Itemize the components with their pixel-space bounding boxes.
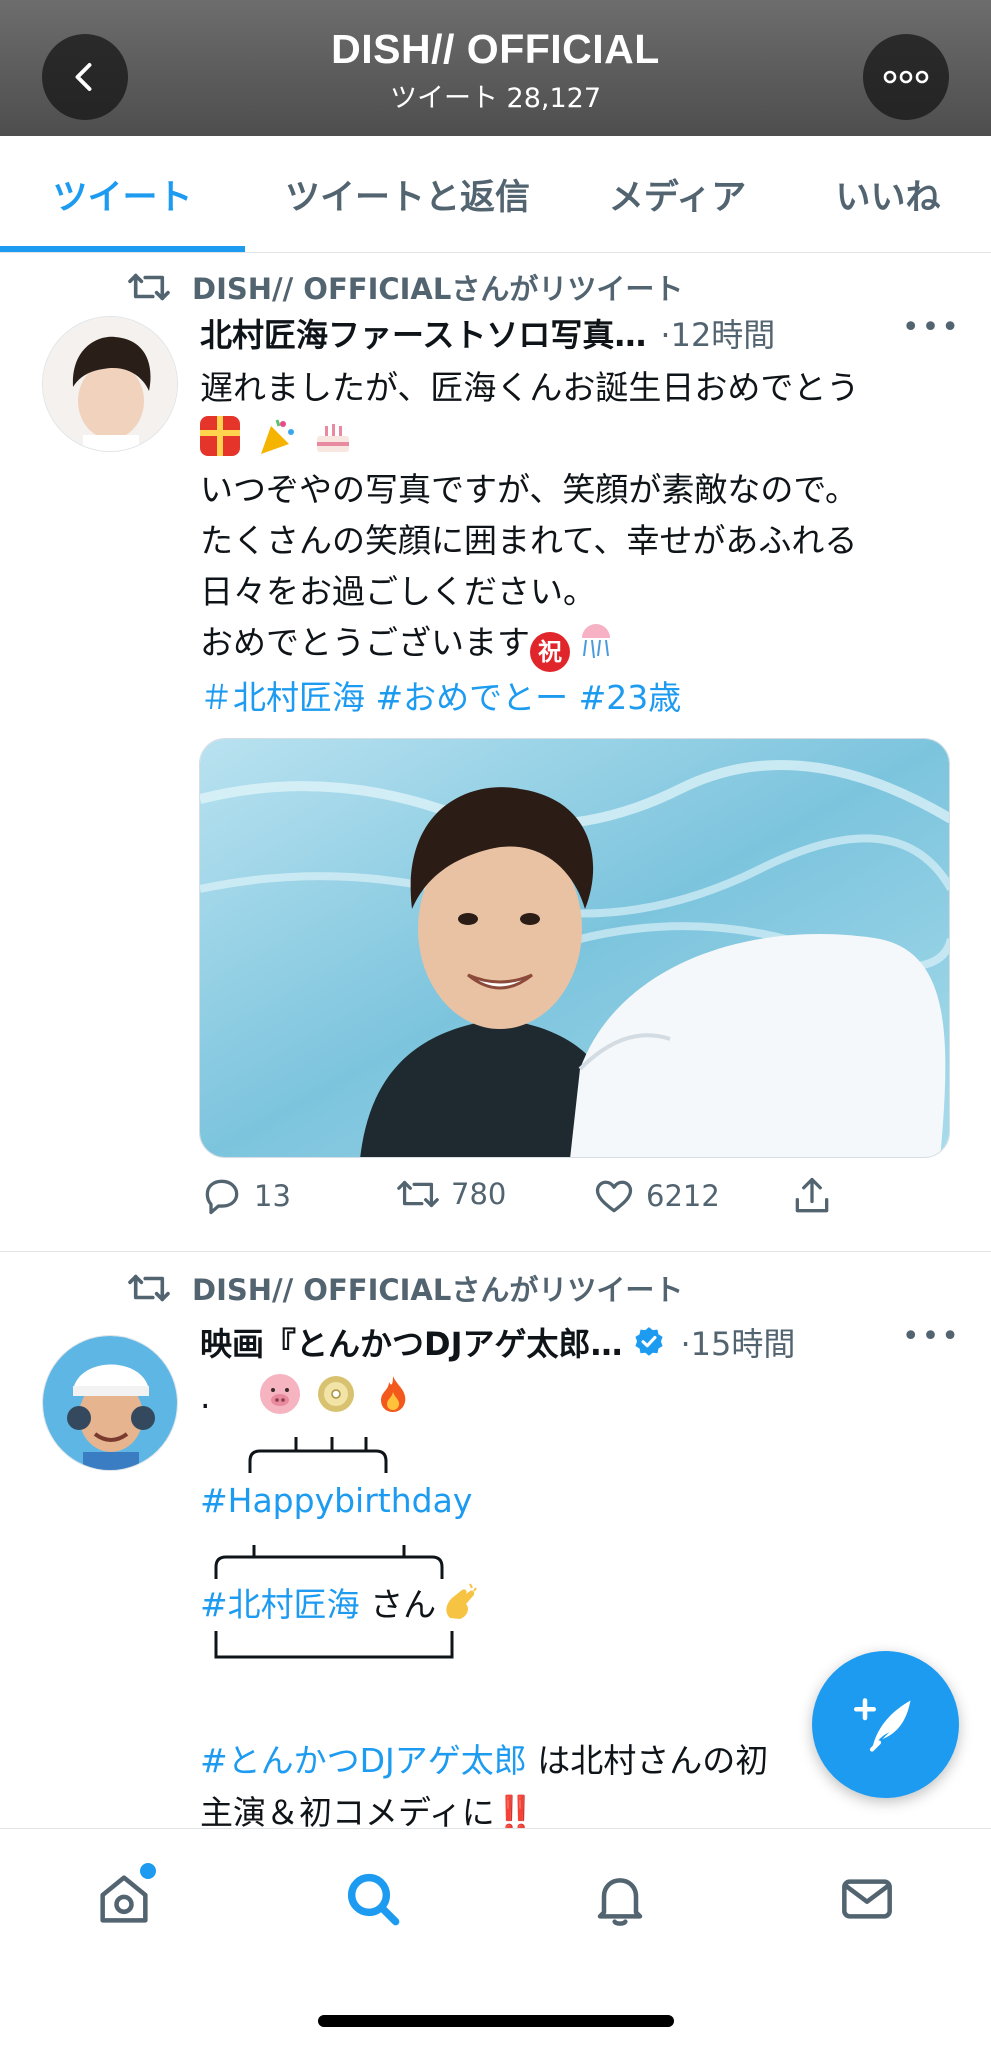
tweet-text: 遅れましたが、匠海くんお誕生日おめでとう いつぞやの写真ですが、笑顔が素敵なので… (200, 362, 960, 723)
nav-notifications[interactable] (580, 1859, 660, 1939)
retweet-icon (128, 273, 170, 301)
tweet-count: ツイート 28,127 (389, 83, 602, 114)
tweet-line: おめでとうございます (200, 623, 530, 662)
tab-media[interactable]: メディア (570, 136, 785, 252)
more-options-button[interactable] (863, 34, 949, 120)
more-icon (883, 70, 929, 84)
avatar[interactable] (42, 1335, 178, 1471)
tweet-media-image[interactable] (199, 738, 950, 1158)
tweet-line: 遅れましたが、匠海くんお誕生日おめでとう (200, 368, 860, 407)
honorific-text: さん (359, 1585, 437, 1624)
reply-count: 13 (254, 1179, 291, 1213)
retweet-count: 780 (451, 1177, 507, 1211)
cake-icon (313, 416, 353, 456)
compose-tweet-icon (853, 1697, 910, 1752)
hashtag-link[interactable]: ＃北村匠海 (200, 678, 365, 717)
profile-title: DISH// OFFICIAL (331, 26, 660, 72)
tab-tweets-and-replies[interactable]: ツイートと返信 (245, 136, 570, 252)
bottom-navigation (0, 1828, 991, 2048)
share-icon (795, 1177, 829, 1213)
nav-search[interactable] (333, 1859, 413, 1939)
compose-tweet-button[interactable] (812, 1651, 959, 1798)
retweet-context: DISH// OFFICIALさんがリツイート (126, 266, 683, 308)
author-name[interactable]: 映画『とんかつDJアゲ太郎… (200, 1319, 622, 1365)
active-tab-indicator (0, 246, 245, 252)
retweet-button[interactable]: 780 (395, 1174, 506, 1214)
tweet-more-button[interactable]: ••• (902, 310, 961, 345)
fire-icon (373, 1374, 413, 1414)
retweet-label: DISH// OFFICIALさんがリツイート (192, 1273, 684, 1307)
tab-likes[interactable]: いいね (785, 136, 991, 252)
avatar[interactable] (42, 316, 178, 452)
clapping-hands-icon (440, 1582, 480, 1622)
tweet-line: 日々をお過ごしください。 (200, 572, 596, 611)
profile-tabs: ツイート ツイートと返信 メディア いいね (0, 136, 991, 253)
like-button[interactable]: 6212 (592, 1174, 720, 1218)
bell-icon (597, 1878, 643, 1926)
verified-badge-icon (635, 1327, 664, 1356)
tweet-time[interactable]: ·12時間 (660, 310, 775, 356)
nav-messages[interactable] (827, 1859, 907, 1939)
retweet-label: DISH// OFFICIALさんがリツイート (192, 272, 684, 306)
retweet-context: DISH// OFFICIALさんがリツイート (126, 1267, 683, 1309)
tweet-line: は北村さんの初 (526, 1741, 769, 1780)
heart-icon (595, 1180, 633, 1213)
like-count: 6212 (646, 1179, 720, 1213)
reply-button[interactable]: 13 (200, 1174, 291, 1218)
disc-icon (316, 1374, 356, 1414)
tweet-line: たくさんの笑顔に囲まれて、幸せがあふれる (200, 521, 858, 560)
photo-person-beluga (200, 739, 949, 1157)
tweet-line: 主演＆初コメディに (200, 1793, 495, 1828)
celebration-kanji-icon: 祝 (530, 632, 570, 672)
ascii-cake-top (248, 1437, 388, 1473)
confetti-ball-icon (576, 620, 616, 660)
tweet-item[interactable]: DISH// OFFICIALさんがリツイート 北村匠海ファーストソロ写真… ·… (0, 254, 991, 1252)
hashtag-link[interactable]: #おめでとー (376, 678, 569, 717)
hashtag-link[interactable]: #とんかつDJアゲ太郎 (200, 1741, 527, 1780)
tweet-line: いつぞやの写真ですが、笑顔が素敵なので。 (200, 470, 859, 509)
tweet-time[interactable]: ·15時間 (680, 1319, 795, 1365)
tweet-more-button[interactable]: ••• (902, 1319, 961, 1354)
hashtag-link[interactable]: #Happybirthday (200, 1481, 472, 1520)
reply-icon (205, 1179, 239, 1215)
gift-emoji-icon (200, 416, 240, 456)
party-popper-icon (257, 416, 297, 456)
ascii-cake-base (214, 1631, 454, 1659)
new-content-dot (140, 1863, 156, 1879)
profile-header: DISH// OFFICIAL ツイート 28,127 (0, 0, 991, 136)
mail-icon (842, 1879, 892, 1919)
hashtag-link[interactable]: #北村匠海 (200, 1585, 360, 1624)
avatar-photo (43, 1336, 177, 1470)
pig-face-icon (259, 1374, 300, 1414)
tweet-dot: . (200, 1377, 211, 1416)
double-exclamation-icon: ‼️ (494, 1793, 536, 1828)
tab-tweets[interactable]: ツイート (0, 136, 245, 252)
share-button[interactable] (790, 1174, 844, 1218)
avatar-photo (43, 317, 177, 451)
hashtag-link[interactable]: #23歳 (579, 678, 682, 717)
retweet-icon (397, 1180, 439, 1208)
tweet-actions: 13 780 6212 (200, 1174, 920, 1224)
nav-home[interactable] (84, 1859, 164, 1939)
author-name[interactable]: 北村匠海ファーストソロ写真… (200, 310, 646, 356)
retweet-icon (128, 1274, 170, 1302)
home-indicator (318, 2015, 674, 2027)
tweet-emoji-line (200, 413, 960, 464)
ascii-cake-middle (214, 1545, 444, 1579)
search-icon (347, 1873, 400, 1926)
